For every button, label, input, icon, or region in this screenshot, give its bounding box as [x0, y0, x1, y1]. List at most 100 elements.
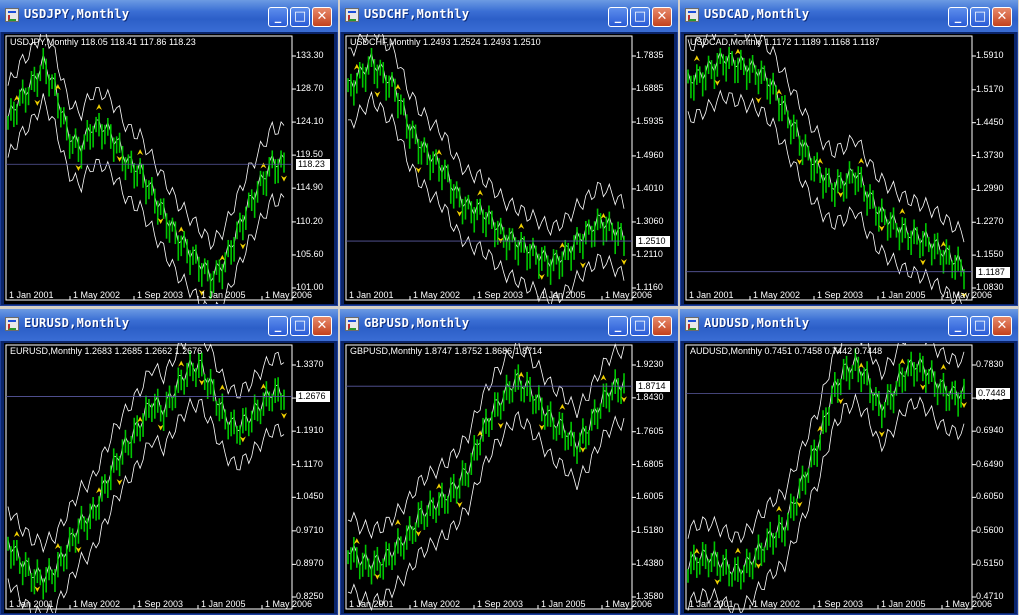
time-axis-label: 1 Jan 2005: [541, 599, 586, 609]
bollinger-middle: [347, 371, 625, 572]
close-button[interactable]: ✕: [652, 7, 672, 27]
fractal-up-arrow: [940, 241, 947, 248]
close-button[interactable]: ✕: [992, 7, 1012, 27]
chart-window-icon[interactable]: [5, 317, 19, 331]
window-usdjpy[interactable]: USDJPY,Monthly _ □ ✕ USDJPY,Monthly 118.…: [0, 0, 338, 306]
minimize-button[interactable]: _: [608, 7, 628, 27]
quote-info: AUDUSD,Monthly 0.7451 0.7458 0.7442 0.74…: [690, 346, 883, 356]
price-chart[interactable]: USDCHF,Monthly 1.2493 1.2524 1.2493 1.25…: [344, 34, 674, 304]
chart-canvas[interactable]: [4, 34, 334, 304]
time-axis-label: 1 Jan 2005: [881, 599, 926, 609]
maximize-button[interactable]: □: [290, 7, 310, 27]
time-axis-label: 1 May 2002: [413, 599, 461, 609]
title-bar[interactable]: EURUSD,Monthly _ □ ✕: [0, 309, 338, 341]
chart-canvas[interactable]: [344, 34, 674, 304]
price-axis-label: 124.10: [296, 116, 324, 127]
fractal-up-arrow: [858, 362, 865, 369]
chart-window-icon[interactable]: [685, 317, 699, 331]
price-chart[interactable]: USDCAD,Monthly 1.1172 1.1189 1.1168 1.11…: [684, 34, 1014, 304]
price-axis-label: 133.30: [296, 50, 324, 60]
minimize-button[interactable]: _: [948, 7, 968, 27]
fractal-up-arrow: [940, 363, 947, 370]
chart-canvas[interactable]: [344, 343, 674, 613]
close-button[interactable]: ✕: [312, 316, 332, 336]
fractal-down-arrow: [374, 91, 381, 98]
title-bar[interactable]: USDCHF,Monthly _ □ ✕: [340, 0, 678, 32]
minimize-button[interactable]: _: [608, 316, 628, 336]
price-chart[interactable]: EURUSD,Monthly 1.2683 1.2685 1.2662 1.26…: [4, 343, 334, 613]
title-bar[interactable]: GBPUSD,Monthly _ □ ✕: [340, 309, 678, 341]
fractal-down-arrow: [878, 225, 885, 232]
window-title: AUDUSD,Monthly: [704, 316, 810, 330]
fractal-up-arrow: [96, 104, 103, 111]
time-axis-label: 1 May 2002: [73, 599, 121, 609]
quote-info: GBPUSD,Monthly 1.8747 1.8752 1.8686 1.87…: [350, 346, 543, 356]
maximize-button[interactable]: □: [630, 7, 650, 27]
chart-canvas[interactable]: [684, 343, 1014, 613]
window-audusd[interactable]: AUDUSD,Monthly _ □ ✕ AUDUSD,Monthly 0.74…: [680, 309, 1018, 615]
title-bar[interactable]: USDCAD,Monthly _ □ ✕: [680, 0, 1018, 32]
title-bar[interactable]: AUDUSD,Monthly _ □ ✕: [680, 309, 1018, 341]
chart-canvas[interactable]: [4, 343, 334, 613]
close-button[interactable]: ✕: [652, 316, 672, 336]
fractal-up-arrow: [518, 222, 525, 229]
window-usdchf[interactable]: USDCHF,Monthly _ □ ✕ USDCHF,Monthly 1.24…: [340, 0, 678, 306]
maximize-button[interactable]: □: [970, 316, 990, 336]
fractal-up-arrow: [219, 254, 226, 261]
fractal-down-arrow: [75, 164, 82, 171]
price-axis-label: 1.4960: [636, 149, 664, 160]
price-axis-label: 1.7835: [636, 50, 664, 60]
time-axis-label: 1 Jan 2005: [201, 290, 246, 300]
chart-window-icon[interactable]: [345, 8, 359, 22]
chart-canvas[interactable]: [684, 34, 1014, 304]
time-axis-label: 1 Sep 2003: [817, 290, 864, 300]
maximize-button[interactable]: □: [970, 7, 990, 27]
window-eurusd[interactable]: EURUSD,Monthly _ □ ✕ EURUSD,Monthly 1.26…: [0, 309, 338, 615]
maximize-button[interactable]: □: [290, 316, 310, 336]
window-usdcad[interactable]: USDCAD,Monthly _ □ ✕ USDCAD,Monthly 1.11…: [680, 0, 1018, 306]
price-axis-label: 1.1170: [296, 458, 323, 469]
current-price-label: 1.1187: [976, 266, 1010, 278]
price-axis-label: 0.9710: [296, 524, 324, 535]
plot-border: [685, 35, 973, 301]
minimize-button[interactable]: _: [948, 316, 968, 336]
fractal-up-arrow: [477, 189, 484, 196]
price-axis-label: 1.3370: [296, 359, 324, 369]
maximize-button[interactable]: □: [630, 316, 650, 336]
time-axis-label: 1 Jan 2005: [881, 290, 926, 300]
minimize-button[interactable]: _: [268, 316, 288, 336]
price-chart[interactable]: GBPUSD,Monthly 1.8747 1.8752 1.8686 1.87…: [344, 343, 674, 613]
price-axis-label: 0.8970: [296, 558, 324, 569]
time-axis-label: 1 May 2002: [413, 290, 461, 300]
fractal-down-arrow: [579, 446, 586, 453]
time-axis-label: 1 May 2006: [605, 290, 653, 300]
price-axis-label: 0.6050: [976, 491, 1004, 502]
price-chart[interactable]: USDJPY,Monthly 118.05 118.41 117.86 118.…: [4, 34, 334, 304]
minimize-button[interactable]: _: [268, 7, 288, 27]
chart-window-icon[interactable]: [685, 8, 699, 22]
fractal-up-arrow: [899, 358, 906, 365]
price-axis-label: 1.2270: [976, 216, 1004, 227]
fractal-up-arrow: [137, 149, 144, 156]
price-chart[interactable]: AUDUSD,Monthly 0.7451 0.7458 0.7442 0.74…: [684, 343, 1014, 613]
price-axis-label: 1.3060: [636, 215, 664, 226]
time-axis-label: 1 May 2002: [73, 290, 121, 300]
current-price-label: 1.2510: [636, 236, 670, 248]
close-button[interactable]: ✕: [312, 7, 332, 27]
fractal-down-arrow: [579, 262, 586, 269]
quote-info: EURUSD,Monthly 1.2683 1.2685 1.2662 1.26…: [10, 346, 203, 356]
title-bar[interactable]: USDJPY,Monthly _ □ ✕: [0, 0, 338, 32]
window-gbpusd[interactable]: GBPUSD,Monthly _ □ ✕ GBPUSD,Monthly 1.87…: [340, 309, 678, 615]
close-button[interactable]: ✕: [992, 316, 1012, 336]
price-axis-label: 1.6005: [636, 491, 664, 502]
chart-window-icon[interactable]: [345, 317, 359, 331]
chart-window-icon[interactable]: [5, 8, 19, 22]
fractal-up-arrow: [734, 48, 741, 55]
window-title: USDCAD,Monthly: [704, 7, 810, 21]
fractal-down-arrow: [239, 243, 246, 250]
fractal-down-arrow: [157, 424, 164, 431]
current-price-label: 118.23: [296, 159, 330, 171]
fractal-down-arrow: [796, 501, 803, 508]
window-title: USDJPY,Monthly: [24, 7, 130, 21]
time-axis-label: 1 May 2006: [265, 290, 313, 300]
